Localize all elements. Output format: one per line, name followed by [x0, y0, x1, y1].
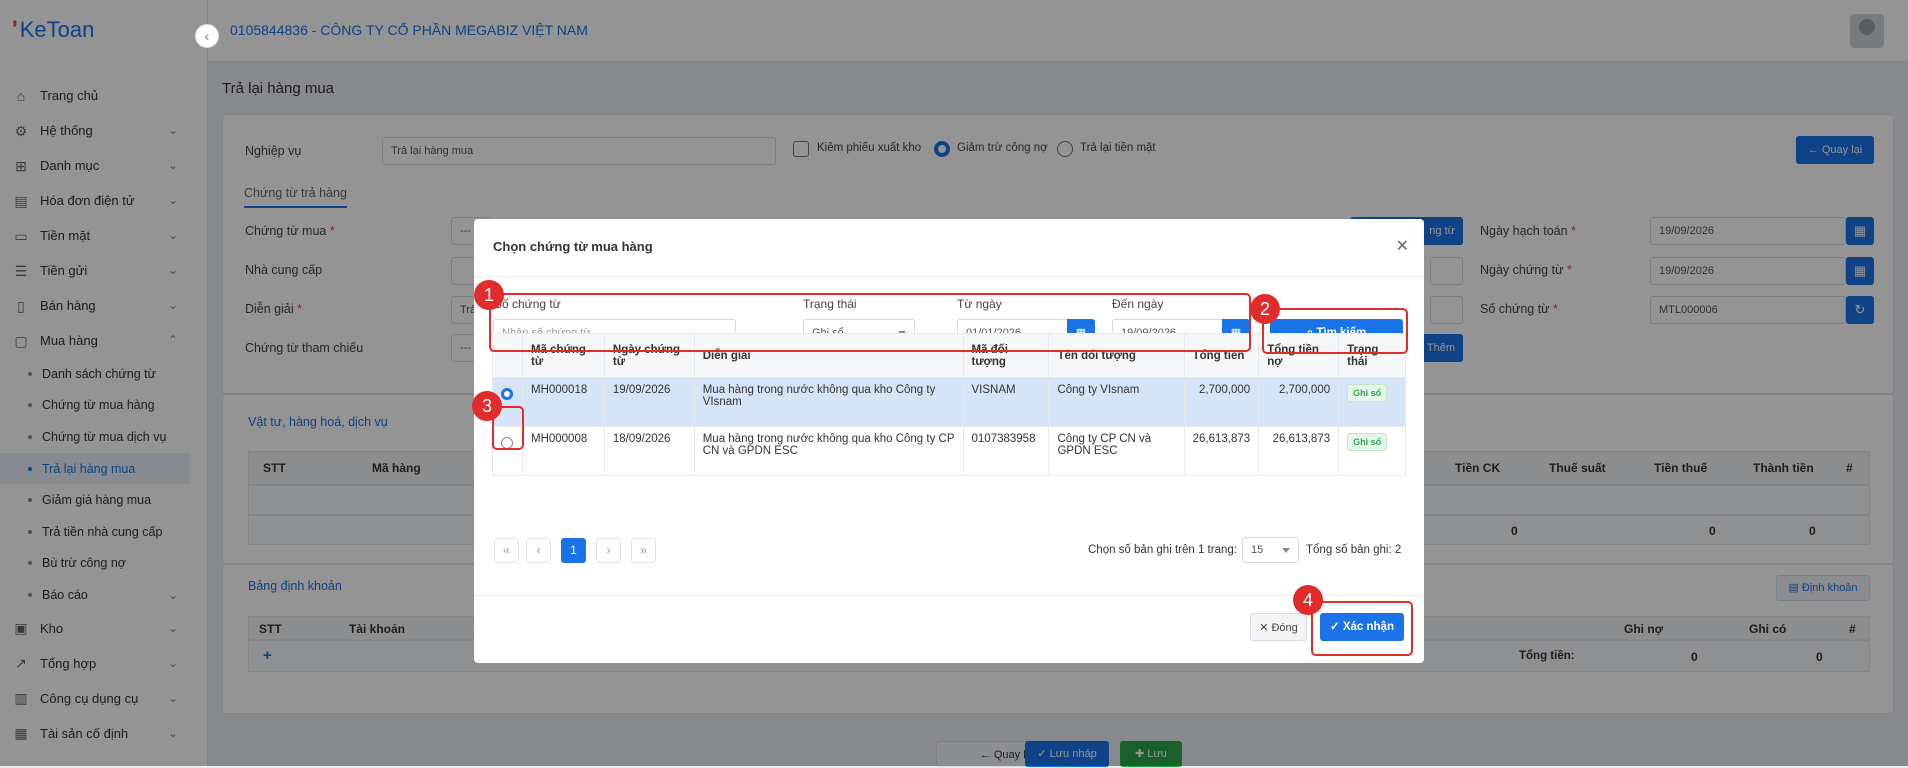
cell-no: 2,700,000	[1258, 377, 1340, 427]
cell-dien-giai: Mua hàng trong nước không qua kho Công t…	[693, 377, 964, 427]
annotation-marker-2: 2	[1250, 294, 1280, 324]
cell-ma-dt: 0107383958	[962, 426, 1050, 476]
close-button[interactable]: ✕ Đóng	[1250, 613, 1307, 641]
cell-ngay: 18/09/2026	[603, 426, 695, 476]
modal-title: Chọn chứng từ mua hàng	[493, 239, 653, 254]
cell-ngay: 19/09/2026	[603, 377, 695, 427]
row-radio[interactable]	[501, 388, 513, 400]
collapse-sidebar-button[interactable]: ‹	[195, 24, 219, 48]
status-badge: Ghi sổ	[1347, 433, 1388, 451]
cell-tong: 26,613,873	[1183, 426, 1260, 476]
annotation-box-1	[489, 293, 1251, 352]
annotation-box-2	[1262, 308, 1408, 354]
cell-ma: MH000018	[521, 377, 605, 427]
status-badge: Ghi sổ	[1347, 384, 1388, 402]
cell-status: Ghi sổ	[1338, 377, 1406, 427]
cell-ten-dt: Công ty CP CN và GPDN ESC	[1048, 426, 1185, 476]
chevron-down-icon	[1282, 548, 1290, 553]
table-row[interactable]: MH000018 19/09/2026 Mua hàng trong nước …	[492, 377, 1406, 427]
page-1-button[interactable]: 1	[561, 538, 586, 563]
modal-divider	[474, 276, 1424, 277]
total-records: Tổng số bản ghi: 2	[1306, 544, 1402, 556]
annotation-marker-4: 4	[1293, 585, 1323, 615]
cell-ma: MH000008	[521, 426, 605, 476]
close-icon[interactable]: ✕	[1396, 236, 1409, 256]
close-icon: ✕	[1259, 622, 1272, 634]
cell-ma-dt: VISNAM	[962, 377, 1050, 427]
annotation-marker-3: 3	[472, 391, 502, 421]
cell-tong: 2,700,000	[1183, 377, 1260, 427]
page-size-label: Chọn số bản ghi trên 1 trang:	[1088, 544, 1237, 556]
prev-page-button[interactable]: ‹	[526, 538, 551, 563]
purchase-documents-table: Mã chứng từ Ngày chứng từ Diễn giải Mã đ…	[492, 333, 1406, 476]
table-row[interactable]: MH000008 18/09/2026 Mua hàng trong nước …	[492, 426, 1406, 476]
cell-dien-giai: Mua hàng trong nước không qua kho Công t…	[693, 426, 964, 476]
next-page-button[interactable]: ›	[596, 538, 621, 563]
select-purchase-document-modal: Chọn chứng từ mua hàng ✕ Số chứng từ Nhậ…	[474, 219, 1424, 663]
last-page-button[interactable]: »	[631, 538, 656, 563]
cell-status: Ghi sổ	[1338, 426, 1406, 476]
cell-ten-dt: Công ty VIsnam	[1048, 377, 1185, 427]
cell-no: 26,613,873	[1258, 426, 1340, 476]
annotation-marker-1: 1	[474, 280, 504, 310]
first-page-button[interactable]: «	[494, 538, 519, 563]
modal-footer-divider	[474, 595, 1424, 596]
page-size-select[interactable]: 15	[1242, 537, 1299, 563]
annotation-box-4	[1311, 601, 1413, 656]
